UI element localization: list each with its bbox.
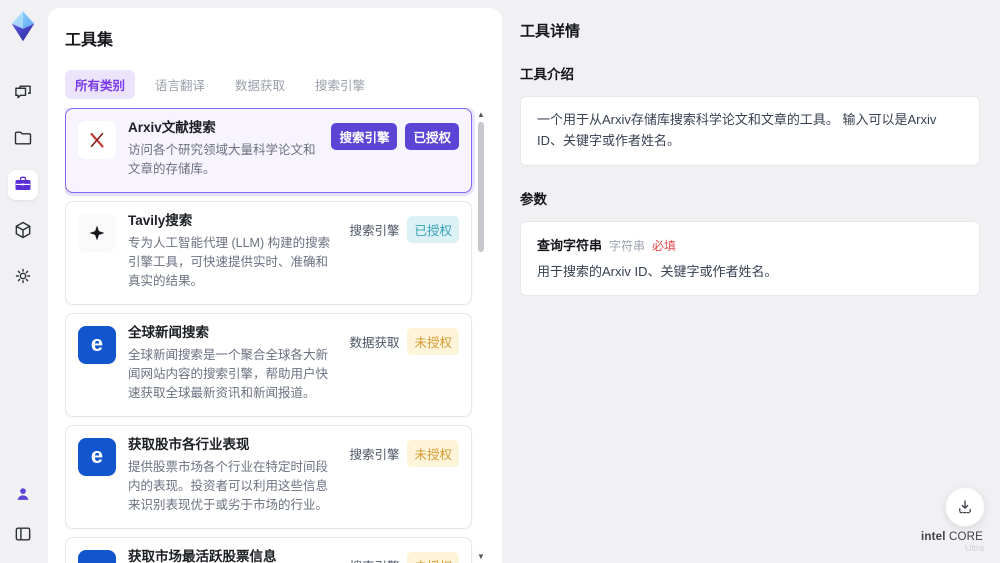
briefcase-icon xyxy=(13,174,33,197)
app-logo xyxy=(8,10,38,42)
auth-status-badge: 已授权 xyxy=(407,215,459,243)
params-heading: 参数 xyxy=(520,191,547,207)
arxiv-logo-icon xyxy=(78,121,116,159)
intro-text: 一个用于从Arxiv存储库搜索科学论文和文章的工具。 输入可以是Arxiv ID… xyxy=(537,112,937,148)
sidebar-item-chat[interactable] xyxy=(8,78,38,108)
tool-card[interactable]: Arxiv文献搜索 访问各个研究领域大量科学论文和文章的存储库。 搜索引擎 已授… xyxy=(65,108,472,193)
category-badge: 数据获取 xyxy=(349,335,400,350)
tool-name: 全球新闻搜索 xyxy=(128,324,209,340)
sidebar-item-models[interactable] xyxy=(8,216,38,246)
sidebar-item-files[interactable] xyxy=(8,124,38,154)
news-logo-icon: e xyxy=(78,325,116,364)
category-tab-0[interactable]: 所有类别 xyxy=(65,70,136,99)
tool-name: 获取股市各行业表现 xyxy=(128,436,250,452)
tool-card[interactable]: e 全球新闻搜索 全球新闻搜索是一个聚合全球各大新闻网站内容的搜索引擎，帮助用户… xyxy=(65,312,472,417)
details-title: 工具详情 xyxy=(520,23,581,40)
tool-description: 访问各个研究领域大量科学论文和文章的存储库。 xyxy=(128,142,316,177)
news-logo-icon: e xyxy=(78,549,116,563)
app-sidebar xyxy=(0,0,46,563)
category-tab-1[interactable]: 语言翻译 xyxy=(145,70,215,99)
cube-icon xyxy=(13,220,33,243)
sidebar-item-settings[interactable] xyxy=(8,262,38,292)
category-badge: 搜索引擎 xyxy=(349,447,400,462)
intro-box: 一个用于从Arxiv存储库搜索科学论文和文章的工具。 输入可以是Arxiv ID… xyxy=(520,96,980,166)
category-tabs: 所有类别 语言翻译 数据获取 搜索引擎 xyxy=(65,70,486,99)
gear-icon xyxy=(13,266,33,289)
param-name: 查询字符串 xyxy=(537,237,603,253)
sidebar-item-tools[interactable] xyxy=(8,170,38,200)
tavily-star-icon xyxy=(78,213,116,252)
tool-card[interactable]: e 获取市场最活跃股票信息 提供当天交易量最高的股票列表。投资者可以利用这些信息… xyxy=(65,536,472,563)
panel-toggle-button[interactable] xyxy=(8,519,38,549)
category-tab-3[interactable]: 搜索引擎 xyxy=(305,70,375,99)
param-description: 用于搜索的Arxiv ID、关键字或作者姓名。 xyxy=(537,263,778,279)
category-tab-2[interactable]: 数据获取 xyxy=(225,70,295,99)
tool-name: 获取市场最活跃股票信息 xyxy=(128,548,277,563)
auth-status-badge: 未授权 xyxy=(407,551,459,563)
auth-status-badge: 已授权 xyxy=(405,123,459,150)
tool-list: Arxiv文献搜索 访问各个研究领域大量科学论文和文章的存储库。 搜索引擎 已授… xyxy=(65,108,486,563)
download-button[interactable] xyxy=(945,487,985,527)
category-badge: 搜索引擎 xyxy=(331,123,398,150)
scrollbar-thumb[interactable] xyxy=(478,122,484,252)
param-type: 字符串 xyxy=(609,238,646,253)
avatar[interactable] xyxy=(8,479,38,509)
chat-icon xyxy=(13,82,33,105)
tool-card[interactable]: e 获取股市各行业表现 提供股票市场各个行业在特定时间段内的表现。投资者可以利用… xyxy=(65,424,472,529)
intro-heading: 工具介绍 xyxy=(520,67,574,82)
tool-name: Arxiv文献搜索 xyxy=(128,120,216,135)
avatar-icon xyxy=(17,488,29,500)
tool-card[interactable]: Tavily搜索 专为人工智能代理 (LLM) 构建的搜索引擎工具，可快速提供实… xyxy=(65,200,472,305)
category-badge: 搜索引擎 xyxy=(349,223,400,238)
news-logo-icon: e xyxy=(78,437,116,476)
tool-description: 全球新闻搜索是一个聚合全球各大新闻网站内容的搜索引擎，帮助用户快速获取全球最新资… xyxy=(128,347,329,401)
param-required-badge: 必填 xyxy=(652,238,677,253)
tool-details-panel: 工具详情 工具介绍 一个用于从Arxiv存储库搜索科学论文和文章的工具。 输入可… xyxy=(502,0,1000,563)
scroll-up-arrow[interactable]: ▲ xyxy=(476,110,486,120)
auth-status-badge: 未授权 xyxy=(407,327,459,355)
tool-description: 提供股票市场各个行业在特定时间段内的表现。投资者可以利用这些信息来识别表现优于或… xyxy=(128,459,329,513)
tool-name: Tavily搜索 xyxy=(128,212,193,228)
page-title: 工具集 xyxy=(65,32,114,49)
intel-core-logo: intel CORE Ultra xyxy=(920,531,984,554)
download-icon xyxy=(959,500,971,514)
category-badge: 搜索引擎 xyxy=(349,556,399,563)
panel-toggle-icon xyxy=(15,527,31,541)
scroll-down-arrow[interactable]: ▼ xyxy=(476,552,486,562)
param-box: 查询字符串 字符串 必填 用于搜索的Arxiv ID、关键字或作者姓名。 xyxy=(520,220,980,297)
list-scrollbar[interactable]: ▲ ▼ xyxy=(476,110,486,562)
folder-icon xyxy=(13,128,33,151)
tools-panel: 工具集 所有类别 语言翻译 数据获取 搜索引擎 Arxiv文献搜索 访问各个研究领域大… xyxy=(48,8,502,563)
auth-status-badge: 未授权 xyxy=(407,439,459,467)
tool-description: 专为人工智能代理 (LLM) 构建的搜索引擎工具，可快速提供实时、准确和真实的结… xyxy=(128,235,331,289)
